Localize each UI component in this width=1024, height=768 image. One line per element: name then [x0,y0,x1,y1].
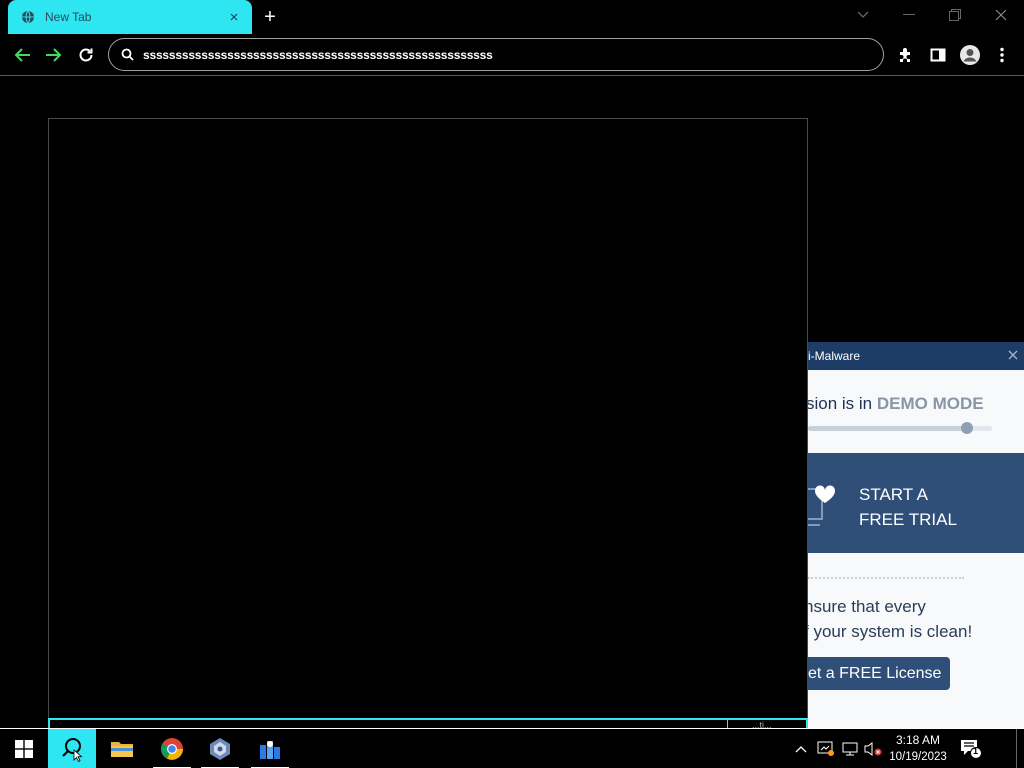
app-icon-1[interactable] [196,729,244,768]
clock-date: 10/19/2023 [889,751,947,763]
volume-muted-icon[interactable] [862,729,884,768]
strip-divider [727,720,728,728]
menu-kebab-icon[interactable] [990,43,1014,67]
browser-titlebar: New Tab × + [0,0,1024,34]
tray-app-icon[interactable] [814,729,838,768]
demo-progress-thumb [961,422,973,434]
extensions-puzzle-icon[interactable] [894,43,918,67]
side-panel-icon[interactable] [926,43,950,67]
popup-title: i-Malware [808,349,861,363]
ensure-line-1: nsure that every [808,597,926,616]
back-arrow-icon[interactable] [10,43,34,67]
desktop-screen: New Tab × + ssssssssssssssssssssssssssss… [0,0,1024,768]
network-icon[interactable] [838,729,862,768]
clock-time: 3:18 AM [895,733,941,747]
app-icon-2[interactable] [246,729,294,768]
address-bar[interactable]: ssssssssssssssssssssssssssssssssssssssss… [108,38,884,71]
demo-mode-text: sion is in DEMO MODE [808,394,984,414]
popup-header: i-Malware [808,342,1024,370]
windows-start-icon[interactable] [0,729,48,768]
ensure-text: nsure that every f your system is clean! [808,594,972,644]
minimize-button[interactable] [886,4,932,26]
address-bar-text: ssssssssssssssssssssssssssssssssssssssss… [143,47,493,62]
tab-search-chevron-icon[interactable] [840,4,886,26]
trial-line-2: FREE TRIAL [859,510,957,529]
close-window-button[interactable] [978,4,1024,26]
ensure-line-2: f your system is clean! [808,622,973,641]
chrome-icon[interactable] [148,729,196,768]
taskbar-clock[interactable]: 3:18 AM 10/19/2023 [884,732,952,766]
taskbar: 3:18 AM 10/19/2023 1 [0,728,1024,768]
tab-close-icon[interactable]: × [226,9,242,26]
trial-text: START A FREE TRIAL [859,482,957,532]
search-icon [62,738,83,762]
search-icon [119,47,135,63]
show-desktop-button[interactable] [1016,729,1017,768]
demo-mode-label: DEMO MODE [876,394,984,413]
tab-new-tab[interactable]: New Tab × [8,0,252,34]
popup-close-icon[interactable] [1006,348,1020,362]
dotted-divider [808,577,964,579]
restore-button[interactable] [932,4,978,26]
notifications-count: 1 [973,746,979,756]
trial-line-1: START A [859,485,928,504]
notifications-icon[interactable]: 1 [954,729,988,768]
file-explorer-icon[interactable] [98,729,146,768]
malware-popup: i-Malware sion is in DEMO MODE START A F… [808,342,1024,728]
demo-prefix: sion is in [808,394,877,413]
new-tab-button[interactable]: + [259,6,281,28]
show-hidden-icons-chevron-icon[interactable] [790,729,812,768]
taskbar-search-button[interactable] [48,729,96,768]
forward-arrow-icon[interactable] [42,43,66,67]
reload-icon[interactable] [74,43,98,67]
start-trial-button[interactable]: START A FREE TRIAL [808,453,1024,553]
browser-toolbar: ssssssssssssssssssssssssssssssssssssssss… [0,34,1024,76]
heart-monitor-icon [808,475,842,535]
tab-title: New Tab [45,10,92,24]
free-license-button[interactable]: et a FREE License [808,657,950,690]
profile-avatar-icon[interactable] [958,43,982,67]
globe-icon [20,9,36,25]
page-content-frame [48,118,808,728]
